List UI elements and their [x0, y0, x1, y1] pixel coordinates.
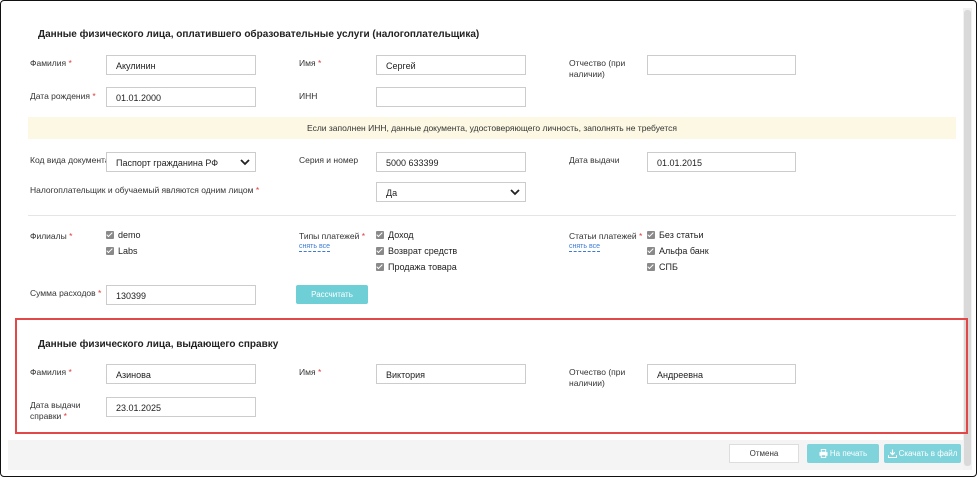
issuer-middle-name-input[interactable]: Андреевна [647, 364, 796, 384]
taxpayer-last-name-label: Фамилия * [30, 58, 72, 68]
check-icon [376, 263, 384, 271]
printer-icon [819, 449, 828, 458]
payment-item-checkbox-alfa[interactable]: Альфа банк [647, 246, 709, 256]
expenses-input[interactable]: 130399 [106, 285, 256, 305]
download-icon [887, 449, 897, 458]
payment-type-checkbox-income[interactable]: Доход [376, 230, 414, 240]
inn-input[interactable] [376, 87, 526, 107]
divider [28, 215, 956, 216]
issue-date-label: Дата выдачи [569, 155, 620, 165]
check-icon [376, 247, 384, 255]
cancel-button[interactable]: Отмена [729, 444, 799, 463]
branches-label: Филиалы * [30, 231, 73, 241]
payment-items-clear-link[interactable]: снять все [569, 243, 600, 252]
taxpayer-first-name-input[interactable]: Сергей [376, 55, 526, 75]
check-icon [647, 263, 655, 271]
taxpayer-first-name-label: Имя * [299, 58, 322, 68]
expenses-label: Сумма расходов * [30, 288, 102, 298]
print-button[interactable]: На печать [807, 444, 879, 463]
check-icon [647, 247, 655, 255]
certificate-date-label: Дата выдачи справки * [30, 400, 81, 421]
payment-type-checkbox-sale[interactable]: Продажа товара [376, 262, 457, 272]
birth-date-label: Дата рождения * [30, 91, 96, 101]
taxpayer-middle-name-label: Отчество (при наличии) [569, 58, 626, 79]
taxpayer-section-title: Данные физического лица, оплатившего обр… [38, 29, 480, 40]
doc-type-select[interactable]: Паспорт гражданина РФ [106, 152, 256, 172]
issuer-first-name-input[interactable]: Виктория [376, 364, 526, 384]
issuer-last-name-input[interactable]: Азинова [106, 364, 256, 384]
issue-date-input[interactable]: 01.01.2015 [647, 152, 796, 172]
check-icon [647, 231, 655, 239]
check-icon [106, 231, 114, 239]
check-icon [106, 247, 114, 255]
inn-label: ИНН [299, 91, 318, 101]
doc-type-value: Паспорт гражданина РФ [116, 158, 219, 168]
check-icon [376, 231, 384, 239]
branch-checkbox-demo[interactable]: demo [106, 230, 141, 240]
birth-date-input[interactable]: 01.01.2000 [106, 87, 256, 107]
calculate-button[interactable]: Рассчитать [296, 285, 368, 304]
chevron-down-icon [240, 159, 250, 166]
payment-types-label: Типы платежей * [299, 231, 366, 241]
inn-notice: Если заполнен ИНН, данные документа, удо… [28, 117, 956, 139]
issuer-section-title: Данные физического лица, выдающего справ… [38, 339, 279, 350]
taxpayer-last-name-input[interactable]: Акулинин [106, 55, 256, 75]
same-person-value: Да [386, 188, 398, 198]
same-person-select[interactable]: Да [376, 182, 526, 202]
payment-items-label: Статьи платежей * [569, 231, 643, 241]
series-number-input[interactable]: 5000 633399 [376, 152, 526, 172]
payment-types-clear-link[interactable]: снять все [299, 243, 330, 252]
certificate-date-input[interactable]: 23.01.2025 [106, 397, 256, 417]
payment-item-checkbox-none[interactable]: Без статьи [647, 230, 704, 240]
issuer-last-name-label: Фамилия * [30, 367, 72, 377]
taxpayer-middle-name-input[interactable] [647, 55, 796, 75]
chevron-down-icon [510, 189, 520, 196]
same-person-label: Налогоплательщик и обучаемый являются од… [30, 185, 260, 195]
doc-type-label: Код вида документа [30, 155, 110, 165]
branch-checkbox-labs[interactable]: Labs [106, 246, 138, 256]
series-number-label: Серия и номер [299, 155, 359, 165]
payment-item-checkbox-spb[interactable]: СПБ [647, 262, 678, 272]
payment-type-checkbox-refund[interactable]: Возврат средств [376, 246, 457, 256]
issuer-middle-name-label: Отчество (при наличии) [569, 367, 626, 388]
download-button[interactable]: Скачать в файл [884, 444, 961, 463]
issuer-first-name-label: Имя * [299, 367, 322, 377]
